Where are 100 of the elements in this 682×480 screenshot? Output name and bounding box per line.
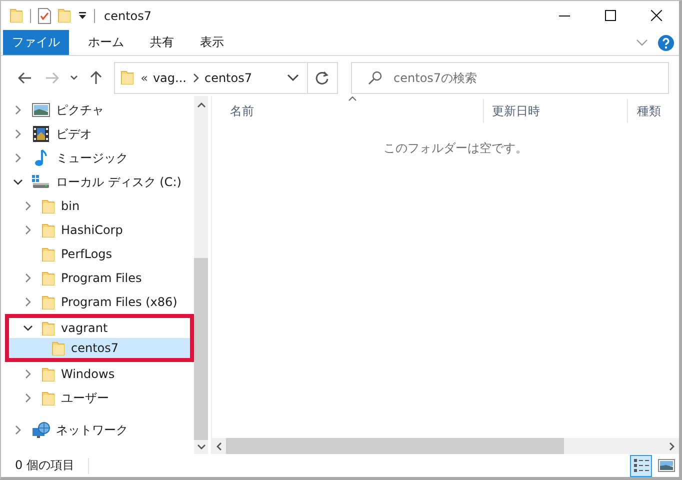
details-view-button[interactable] <box>630 454 652 476</box>
chevron-right-icon[interactable] <box>23 225 33 235</box>
chevron-down-icon <box>636 38 648 46</box>
tree-item[interactable]: ビデオ <box>1 122 194 146</box>
breadcrumb[interactable]: vag... <box>152 70 186 84</box>
tree-item[interactable]: centos7 <box>9 338 190 358</box>
address-bar[interactable]: « vag... centos7 <box>114 62 308 94</box>
tree-item[interactable]: ミュージック <box>1 146 194 170</box>
film-icon <box>33 126 49 142</box>
chevron-right-icon[interactable] <box>23 393 33 403</box>
chevron-right-icon[interactable] <box>13 425 23 435</box>
tree-item-label: Program Files <box>61 271 142 285</box>
folder-icon <box>42 320 55 336</box>
tree-item[interactable]: vagrant <box>9 318 190 338</box>
back-arrow-icon <box>18 72 32 84</box>
picture-icon <box>658 457 674 474</box>
refresh-button[interactable] <box>308 62 338 94</box>
breadcrumb-chevron-icon[interactable] <box>191 72 200 82</box>
sort-ascending-icon <box>348 96 356 101</box>
folder-icon <box>42 198 55 214</box>
folder-icon <box>42 294 55 310</box>
tree-item[interactable]: ネットワーク <box>1 418 194 442</box>
tree-item[interactable]: Program Files <box>1 266 194 290</box>
tree-item-label: ミュージック <box>56 150 128 166</box>
folder-icon <box>120 70 134 85</box>
tree-item-label: ピクチャ <box>56 102 104 118</box>
tree-item[interactable]: bin <box>1 194 194 218</box>
scrollbar-thumb[interactable] <box>194 258 208 440</box>
drive-icon <box>32 175 50 189</box>
ribbon-tab[interactable]: 表示 <box>187 30 237 55</box>
tree-item-label: HashiCorp <box>61 223 123 237</box>
tree-item[interactable]: HashiCorp <box>1 218 194 242</box>
chevron-down-icon[interactable] <box>13 177 23 187</box>
checklist-icon[interactable] <box>38 8 51 24</box>
chevron-down-icon[interactable] <box>23 323 33 333</box>
tree-item[interactable]: ローカル ディスク (C:) <box>1 170 194 194</box>
overflow-chevrons[interactable]: « <box>140 70 148 84</box>
folder-icon <box>52 340 65 356</box>
folder-icon <box>42 270 55 286</box>
picture-icon <box>32 103 50 117</box>
folder-icon <box>42 222 55 238</box>
tree-item-label: vagrant <box>61 321 108 335</box>
tree-item[interactable]: ユーザー <box>1 386 194 410</box>
tree-item[interactable]: PerfLogs <box>1 242 194 266</box>
scroll-up-icon[interactable] <box>196 102 206 108</box>
chevron-right-icon[interactable] <box>13 105 23 115</box>
tree-item-label: centos7 <box>71 341 119 355</box>
window-title: centos7 <box>104 8 152 22</box>
network-globe-icon <box>32 422 50 438</box>
folder-icon <box>42 246 55 262</box>
dropdown-arrow-icon[interactable] <box>78 11 87 20</box>
vertical-scrollbar[interactable] <box>194 96 208 454</box>
scroll-down-icon[interactable] <box>196 444 206 450</box>
folder-icon[interactable] <box>58 8 71 23</box>
column-header[interactable]: 種類 <box>628 99 679 123</box>
chevron-right-icon[interactable] <box>13 129 23 139</box>
chevron-down-icon <box>286 74 299 82</box>
search-field[interactable]: centos7の検索 <box>350 62 670 94</box>
tree-item-label: ネットワーク <box>56 422 128 438</box>
tree-item-label: Program Files (x86) <box>61 295 178 309</box>
help-icon <box>658 34 674 50</box>
chevron-right-icon[interactable] <box>13 153 23 163</box>
chevron-right-icon[interactable] <box>23 369 33 379</box>
tree-item-label: ビデオ <box>56 126 92 142</box>
ribbon-tab[interactable]: 共有 <box>137 30 187 55</box>
tree-item[interactable]: Windows <box>1 362 194 386</box>
search-icon <box>368 70 382 84</box>
horizontal-scrollbar[interactable] <box>212 438 679 454</box>
tree-item[interactable]: ピクチャ <box>1 98 194 122</box>
breadcrumb[interactable]: centos7 <box>204 70 252 84</box>
scrollbar-thumb[interactable] <box>226 438 564 454</box>
expand-ribbon-button[interactable] <box>636 38 648 46</box>
help-button[interactable] <box>658 34 674 50</box>
details-view-icon <box>632 457 650 474</box>
scroll-left-icon[interactable] <box>216 442 222 450</box>
forward-arrow-icon <box>45 72 60 84</box>
chevron-down-icon <box>70 74 78 80</box>
folder-icon <box>42 366 55 382</box>
refresh-icon <box>315 70 330 84</box>
folder-icon[interactable] <box>10 8 23 23</box>
scroll-right-icon[interactable] <box>669 442 675 450</box>
column-header[interactable]: 名前 <box>212 99 484 123</box>
ribbon-tab[interactable]: ファイル <box>3 30 69 55</box>
item-count: 0 個の項目 <box>15 457 74 474</box>
tree-item-label: bin <box>61 199 80 213</box>
folder-icon <box>42 390 55 406</box>
ribbon-tab[interactable]: ホーム <box>75 30 137 55</box>
empty-folder-message: このフォルダーは空です。 <box>384 140 528 157</box>
tree-item-label: Windows <box>61 367 115 381</box>
tree-item-label: PerfLogs <box>61 247 112 261</box>
chevron-right-icon[interactable] <box>23 297 33 307</box>
tree-item-label: ローカル ディスク (C:) <box>56 174 182 190</box>
chevron-right-icon[interactable] <box>23 201 33 211</box>
tree-item[interactable]: Program Files (x86) <box>1 290 194 314</box>
chevron-right-icon[interactable] <box>23 273 33 283</box>
maximize-icon <box>604 10 616 21</box>
column-header[interactable]: 更新日時 <box>484 99 628 123</box>
close-icon <box>650 10 662 21</box>
music-note-icon <box>35 149 47 167</box>
tree-item-label: ユーザー <box>61 390 109 406</box>
